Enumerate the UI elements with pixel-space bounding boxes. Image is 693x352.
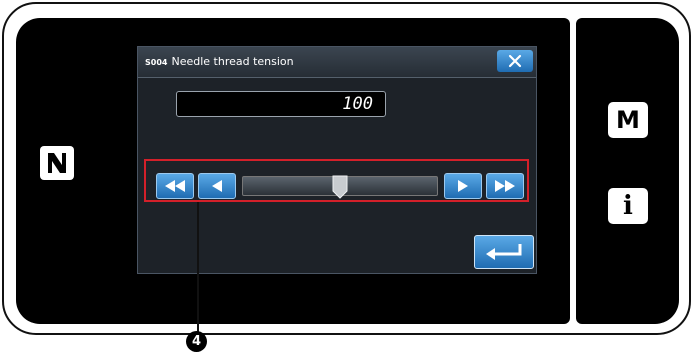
dialog-title-text: Needle thread tension xyxy=(171,55,294,68)
enter-icon xyxy=(486,244,522,260)
enter-button[interactable] xyxy=(474,235,534,269)
side-panel xyxy=(576,18,679,324)
m-button[interactable]: M xyxy=(608,102,648,138)
slider-callout-box xyxy=(144,159,529,202)
tension-value-display: 100 xyxy=(176,91,386,117)
dialog-title-bar: S004 Needle thread tension xyxy=(138,47,536,78)
close-button[interactable] xyxy=(497,50,533,72)
info-button[interactable]: i xyxy=(608,188,648,224)
callout-marker: 4 xyxy=(186,331,207,352)
nfc-icon xyxy=(40,146,74,180)
close-icon xyxy=(508,54,522,68)
dialog-title: S004 Needle thread tension xyxy=(145,55,294,68)
callout-leader-line xyxy=(197,202,199,334)
dialog-code: S004 xyxy=(145,58,168,67)
